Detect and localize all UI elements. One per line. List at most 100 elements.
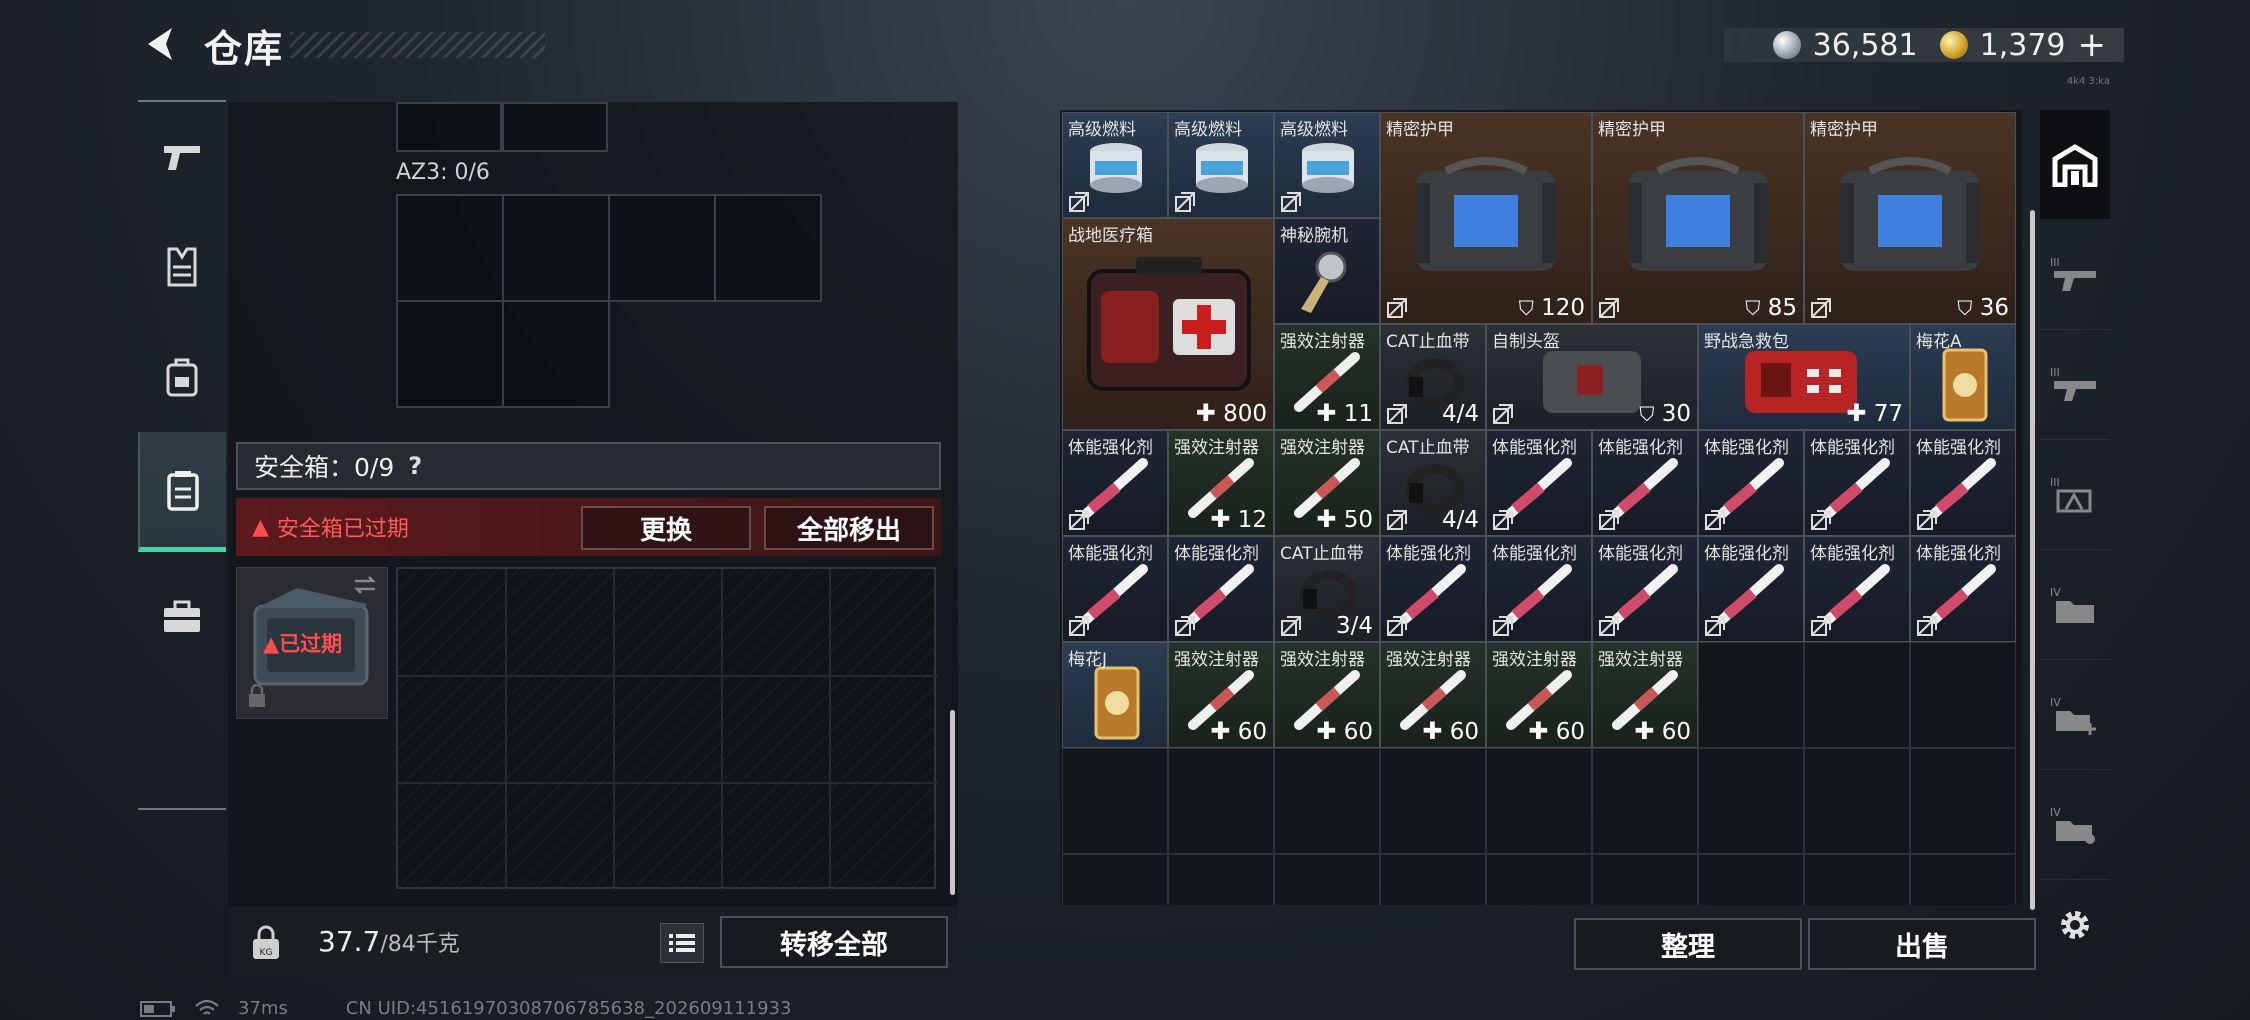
inventory-cell[interactable] (1062, 748, 1168, 854)
inventory-item[interactable]: 体能强化剂 (1380, 536, 1486, 642)
inventory-cell[interactable] (1698, 642, 1804, 748)
inventory-cell[interactable] (1274, 854, 1380, 905)
inventory-cell[interactable] (1168, 748, 1274, 854)
grid-cell[interactable] (396, 102, 502, 152)
inventory-item[interactable]: 强效注射器 ✚ 60 (1592, 642, 1698, 748)
back-icon[interactable] (138, 22, 182, 66)
inventory-item[interactable]: 强效注射器 ✚ 50 (1274, 430, 1380, 536)
grid-cell[interactable] (396, 300, 504, 408)
inventory-item[interactable]: 高级燃料 (1062, 112, 1168, 218)
inventory-cell[interactable] (1804, 854, 1910, 905)
inventory-item[interactable]: 梅花J (1062, 642, 1168, 748)
tab-warehouse-iv-folder[interactable]: IV (2040, 550, 2110, 660)
inventory-item[interactable]: 野战急救包 ✚ 77 (1698, 324, 1910, 430)
inventory-item[interactable]: CAT止血带 3/4 (1274, 536, 1380, 642)
inventory-item[interactable]: 体能强化剂 (1698, 430, 1804, 536)
inventory-item[interactable]: 高级燃料 (1168, 112, 1274, 218)
inventory-item[interactable]: 体能强化剂 (1804, 536, 1910, 642)
grid-cell[interactable] (714, 194, 822, 302)
replace-button[interactable]: 更换 (581, 506, 751, 550)
status-bar: 37ms CN UID:4516197030870678563​8_202609… (140, 998, 791, 1019)
tab-warehouse-iii-guns[interactable]: III (2040, 330, 2110, 440)
move-all-out-button[interactable]: 全部移出 (764, 506, 934, 550)
inventory-cell[interactable] (1698, 748, 1804, 854)
inventory-cell[interactable] (1062, 854, 1168, 905)
tab-warehouse-iv-add[interactable]: IV (2040, 660, 2110, 770)
inventory-cell[interactable] (1910, 748, 2016, 854)
sell-button[interactable]: 出售 (1808, 918, 2036, 970)
armor-case-icon (1840, 157, 1980, 271)
grid-cell[interactable] (502, 194, 610, 302)
inventory-item[interactable]: 强效注射器 ✚ 60 (1168, 642, 1274, 748)
tab-weapons[interactable] (138, 102, 226, 212)
inventory-item[interactable]: 体能强化剂 (1486, 536, 1592, 642)
safe-box-slot[interactable]: ▲已过期 (236, 567, 388, 719)
grid-cell[interactable] (502, 300, 610, 408)
inventory-item[interactable]: 精密护甲 ⛉ 85 (1592, 112, 1804, 324)
inventory-item[interactable]: 体能强化剂 (1698, 536, 1804, 642)
tab-safe-box[interactable] (138, 432, 226, 552)
inventory-item[interactable]: 神秘腕机 (1274, 218, 1380, 324)
inventory-item[interactable]: 强效注射器 ✚ 11 (1274, 324, 1380, 430)
inventory-cell[interactable] (1910, 854, 2016, 905)
inventory-item[interactable]: 体能强化剂 (1804, 430, 1910, 536)
inventory-cell[interactable] (1380, 748, 1486, 854)
inventory-cell[interactable] (1380, 854, 1486, 905)
swap-icon[interactable] (351, 574, 379, 596)
tab-warehouse-main[interactable] (2040, 110, 2110, 220)
inventory-cell[interactable] (1910, 642, 2016, 748)
inventory-item[interactable]: 体能强化剂 (1910, 430, 2016, 536)
inventory-cell[interactable] (1592, 748, 1698, 854)
pistol-icon (164, 146, 200, 170)
item-name: 体能强化剂 (1174, 544, 1259, 564)
right-scrollbar[interactable] (2030, 210, 2035, 910)
inventory-cell[interactable] (1592, 854, 1698, 905)
inventory-item[interactable]: 体能强化剂 (1592, 536, 1698, 642)
inventory-item[interactable]: 体能强化剂 (1910, 536, 2016, 642)
inventory-cell[interactable] (1698, 854, 1804, 905)
inventory-item[interactable]: CAT止血带 4/4 (1380, 430, 1486, 536)
sort-button[interactable]: 整理 (1574, 918, 1802, 970)
transfer-all-button[interactable]: 转移全部 (720, 916, 948, 968)
inventory-item[interactable]: 强效注射器 ✚ 12 (1168, 430, 1274, 536)
inventory-item[interactable]: 精密护甲 ⛉ 36 (1804, 112, 2016, 324)
inventory-item[interactable]: 体能强化剂 (1062, 430, 1168, 536)
inventory-item[interactable]: 体能强化剂 (1062, 536, 1168, 642)
inventory-cell[interactable] (1486, 854, 1592, 905)
list-view-button[interactable] (660, 923, 704, 963)
inventory-item[interactable]: 战地医疗箱 ✚ 800 (1062, 218, 1274, 430)
inventory-cell[interactable] (1168, 854, 1274, 905)
inventory-item[interactable]: 体能强化剂 (1592, 430, 1698, 536)
safe-box-grid[interactable] (396, 567, 938, 891)
inventory-item[interactable]: 体能强化剂 (1486, 430, 1592, 536)
inventory-cell[interactable] (1274, 748, 1380, 854)
tab-warehouse-iii-weapons[interactable]: III (2040, 220, 2110, 330)
no-trade-icon (1599, 298, 1619, 318)
inventory-item[interactable]: 强效注射器 ✚ 60 (1274, 642, 1380, 748)
inventory-item[interactable]: 高级燃料 (1274, 112, 1380, 218)
inventory-cell[interactable] (1804, 748, 1910, 854)
inventory-item[interactable]: 梅花A (1910, 324, 2016, 430)
add-currency-button[interactable]: + (2078, 25, 2107, 65)
grid-cell[interactable] (502, 102, 608, 152)
tab-toolbox[interactable] (138, 562, 226, 672)
inventory-item[interactable]: 体能强化剂 (1168, 536, 1274, 642)
tab-warehouse-iii-misc[interactable]: III (2040, 440, 2110, 550)
tab-warehouse-iv-locked[interactable]: IV (2040, 770, 2110, 880)
tab-backpack[interactable] (138, 322, 226, 432)
inventory-item[interactable]: 精密护甲 ⛉ 120 (1380, 112, 1592, 324)
settings-button[interactable] (2050, 900, 2100, 950)
grid-cell[interactable] (608, 194, 716, 302)
inventory-item[interactable]: CAT止血带 4/4 (1380, 324, 1486, 430)
grid-cell[interactable] (396, 194, 504, 302)
inventory-item[interactable]: 自制头盔 ⛉ 30 (1486, 324, 1698, 430)
inventory-item[interactable]: 强效注射器 ✚ 60 (1486, 642, 1592, 748)
item-name: 强效注射器 (1174, 650, 1259, 670)
inventory-item[interactable]: 强效注射器 ✚ 60 (1380, 642, 1486, 748)
inventory-cell[interactable] (1486, 748, 1592, 854)
inventory-cell[interactable] (1804, 642, 1910, 748)
tab-armor[interactable] (138, 212, 226, 322)
top-header: 仓库 36,581 1,379 + 4k4 3:ka (0, 0, 2250, 95)
left-scrollbar[interactable] (950, 710, 955, 895)
help-icon[interactable]: ? (408, 452, 422, 480)
